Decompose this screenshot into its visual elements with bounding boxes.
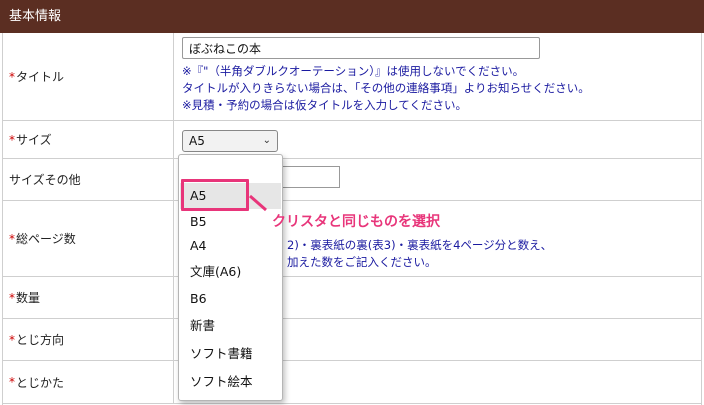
annotation-text: クリスタと同じものを選択 [272, 214, 440, 230]
annotation-arrow [249, 194, 267, 212]
